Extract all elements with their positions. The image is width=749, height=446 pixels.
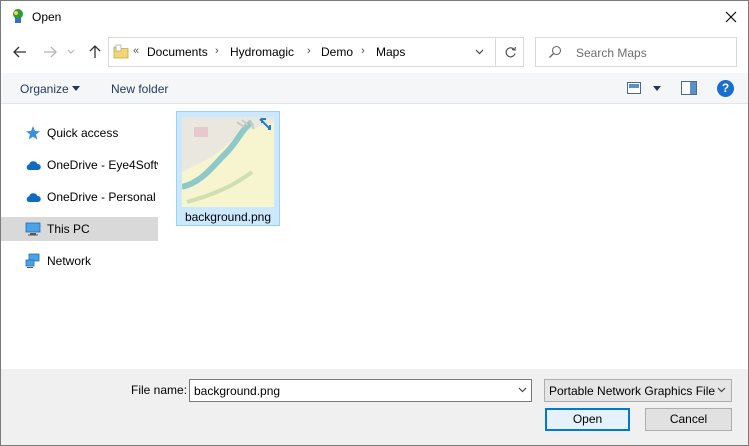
file-type-value: Portable Network Graphics File: [549, 384, 716, 398]
breadcrumb-maps[interactable]: Maps: [376, 45, 405, 59]
navigation-pane: Quick access OneDrive - Eye4Software One…: [1, 105, 159, 369]
file-name-label: File name:: [131, 383, 188, 397]
star-icon: [26, 126, 40, 140]
command-bar: Organize New folder ?: [1, 73, 748, 104]
view-options-icon[interactable]: [627, 82, 641, 94]
title-bar: Open: [1, 1, 748, 32]
arrow-left-icon: [13, 46, 26, 58]
breadcrumb-separator[interactable]: ›: [215, 45, 219, 57]
file-type-select[interactable]: Portable Network Graphics File: [544, 379, 732, 402]
cancel-button[interactable]: Cancel: [645, 408, 732, 431]
organize-dropdown-icon[interactable]: [72, 86, 80, 91]
close-icon: [725, 11, 737, 22]
help-button[interactable]: ?: [717, 80, 734, 97]
view-dropdown-icon[interactable]: [653, 86, 661, 91]
file-type-dropdown-button[interactable]: [714, 383, 728, 397]
new-folder-button[interactable]: New folder: [111, 82, 168, 96]
refresh-button[interactable]: [495, 38, 524, 66]
computer-icon: [25, 222, 41, 236]
preview-pane-icon[interactable]: [681, 81, 697, 95]
address-bar[interactable]: « Documents › Hydromagic › Demo › Maps: [108, 37, 524, 67]
file-thumbnail: [182, 117, 274, 207]
chevron-down-icon: [67, 49, 75, 54]
search-icon: [549, 45, 562, 58]
sidebar-item-network[interactable]: Network: [1, 249, 158, 273]
file-name-value[interactable]: background.png: [194, 384, 280, 398]
search-input[interactable]: Search Maps: [576, 46, 647, 60]
arrow-right-icon: [44, 46, 57, 58]
sidebar-item-onedrive-eye4software[interactable]: OneDrive - Eye4Software: [1, 153, 158, 177]
arrow-up-icon: [89, 45, 101, 58]
breadcrumb-separator[interactable]: ›: [307, 45, 311, 57]
app-icon: [13, 9, 23, 23]
search-box[interactable]: Search Maps: [535, 37, 737, 67]
cloud-icon: [26, 193, 41, 202]
file-name-field[interactable]: background.png: [189, 379, 532, 402]
recent-locations-button[interactable]: [64, 42, 78, 62]
file-name-dropdown-button[interactable]: [515, 383, 529, 397]
sidebar-item-label: OneDrive - Personal: [47, 190, 156, 204]
sidebar-item-quick-access[interactable]: Quick access: [1, 121, 158, 145]
file-name: background.png: [184, 210, 272, 224]
folder-icon: [113, 44, 129, 59]
network-icon: [25, 253, 40, 268]
sidebar-item-label: OneDrive - Eye4Software: [47, 158, 158, 172]
open-button[interactable]: Open: [545, 408, 630, 431]
breadcrumb-hydromagic[interactable]: Hydromagic: [230, 45, 294, 59]
refresh-icon: [505, 46, 516, 57]
navigation-bar: « Documents › Hydromagic › Demo › Maps S…: [1, 32, 748, 72]
breadcrumb-separator[interactable]: ›: [361, 45, 365, 57]
forward-button[interactable]: [40, 42, 60, 62]
organize-button[interactable]: Organize: [20, 82, 69, 96]
file-list: background.png: [161, 105, 748, 369]
address-history-button[interactable]: [464, 38, 494, 66]
dialog-footer: File name: background.png Portable Netwo…: [1, 369, 748, 445]
back-button[interactable]: [10, 42, 30, 62]
close-button[interactable]: [714, 1, 748, 32]
chevron-down-icon: [717, 387, 725, 393]
breadcrumb-overflow[interactable]: «: [133, 45, 139, 57]
open-file-dialog: Open « Documents › Hydromagic › Demo › M…: [0, 0, 749, 446]
breadcrumb-demo[interactable]: Demo: [321, 45, 353, 59]
sidebar-item-label: Quick access: [47, 126, 119, 140]
sidebar-item-label: Network: [47, 254, 92, 268]
chevron-down-icon: [475, 49, 483, 55]
window-title: Open: [32, 10, 62, 24]
breadcrumb-documents[interactable]: Documents: [147, 45, 208, 59]
up-button[interactable]: [85, 42, 105, 62]
chevron-down-icon: [518, 387, 526, 393]
sidebar-item-this-pc[interactable]: This PC: [1, 217, 158, 241]
cloud-icon: [26, 161, 41, 170]
file-item[interactable]: background.png: [176, 111, 280, 226]
sidebar-item-label: This PC: [47, 222, 90, 236]
sidebar-item-onedrive-personal[interactable]: OneDrive - Personal: [1, 185, 158, 209]
